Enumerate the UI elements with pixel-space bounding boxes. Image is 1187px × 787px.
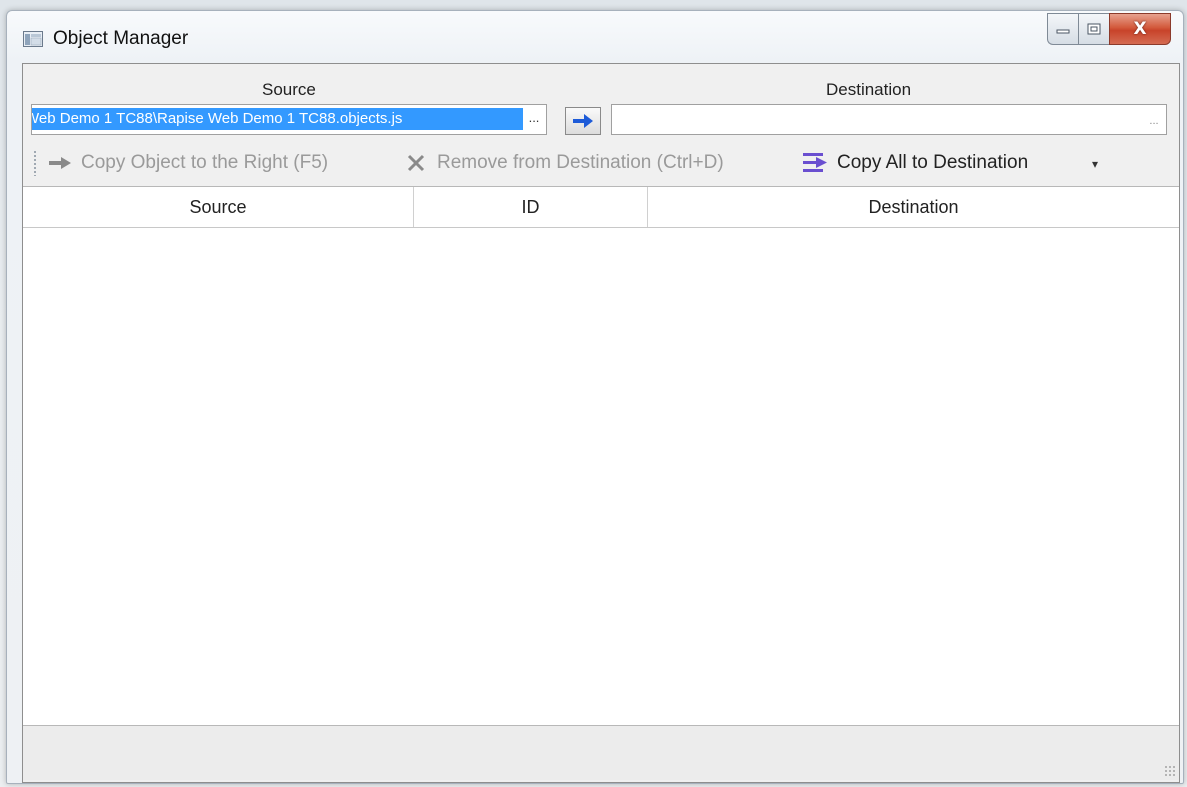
close-button[interactable]: X <box>1109 13 1171 45</box>
minimize-button[interactable] <box>1047 13 1078 45</box>
arrow-right-icon <box>43 156 77 170</box>
toolbar-overflow-button[interactable]: ▾ <box>1089 156 1101 172</box>
column-header-id[interactable]: ID <box>414 187 648 227</box>
title-bar[interactable]: Object Manager X <box>7 11 1183 63</box>
object-manager-window: Object Manager X Source Destination Web … <box>6 10 1184 784</box>
copy-object-right-label: Copy Object to the Right (F5) <box>81 152 329 173</box>
caption-buttons: X <box>1047 13 1171 45</box>
status-bar <box>23 726 1179 780</box>
grid-header: Source ID Destination <box>23 187 1179 228</box>
remove-from-destination-label: Remove from Destination (Ctrl+D) <box>437 152 724 173</box>
restore-icon <box>1087 23 1101 35</box>
column-header-source[interactable]: Source <box>23 187 414 227</box>
close-icon: X <box>1133 19 1147 39</box>
destination-browse-button[interactable]: ... <box>1144 111 1164 131</box>
copy-all-to-destination-button[interactable]: Copy All to Destination <box>799 148 1028 178</box>
toolbar-grip[interactable] <box>33 150 37 176</box>
maximize-button[interactable] <box>1078 13 1109 45</box>
copy-object-right-button[interactable]: Copy Object to the Right (F5) <box>43 148 328 178</box>
destination-path-field[interactable]: ... <box>611 104 1167 135</box>
minimize-icon <box>1056 29 1070 34</box>
column-header-destination[interactable]: Destination <box>648 187 1179 227</box>
destination-label: Destination <box>826 80 912 99</box>
client-area: Source Destination Web Demo 1 TC88\Rapis… <box>22 63 1180 783</box>
resize-grip[interactable] <box>1164 765 1176 777</box>
source-path-value[interactable]: Web Demo 1 TC88\Rapise Web Demo 1 TC88.o… <box>32 108 523 130</box>
copy-all-icon <box>799 150 833 176</box>
copy-all-to-destination-label: Copy All to Destination <box>837 152 1029 173</box>
source-browse-button[interactable]: ... <box>524 109 544 129</box>
copy-source-to-destination-button[interactable] <box>565 107 601 135</box>
window-title: Object Manager <box>53 28 189 49</box>
x-icon <box>399 153 433 173</box>
source-label: Source <box>262 80 316 99</box>
toolbar: Copy Object to the Right (F5) Remove fro… <box>29 142 1175 184</box>
source-path-field[interactable]: Web Demo 1 TC88\Rapise Web Demo 1 TC88.o… <box>31 104 547 135</box>
app-window-icon <box>23 31 43 47</box>
arrow-right-icon <box>573 114 593 128</box>
objects-grid[interactable]: Source ID Destination <box>23 186 1179 726</box>
remove-from-destination-button[interactable]: Remove from Destination (Ctrl+D) <box>399 148 724 178</box>
